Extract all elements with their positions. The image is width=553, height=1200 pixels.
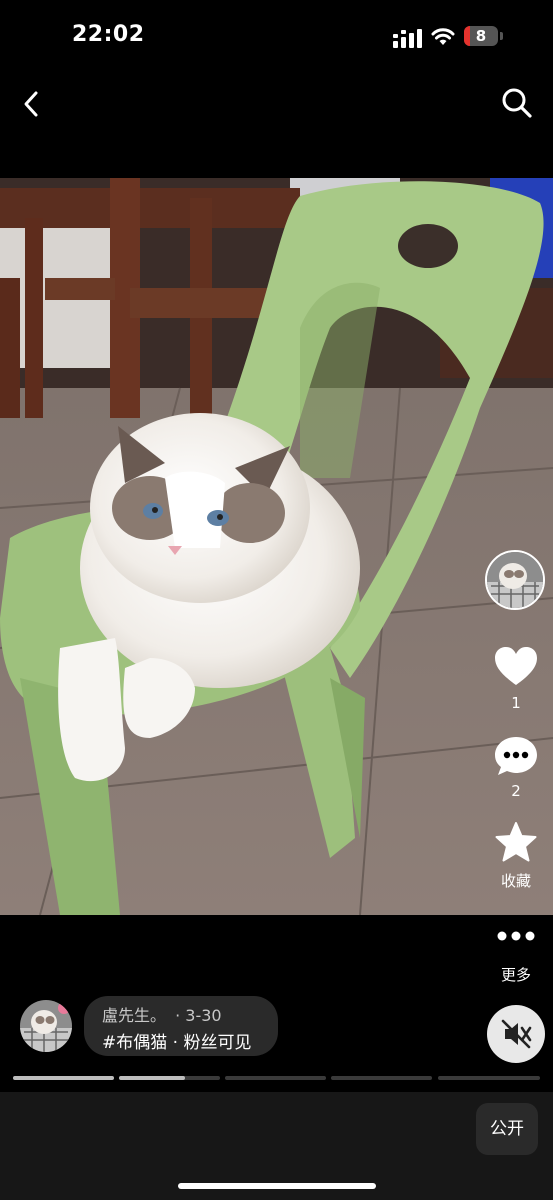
progress-segment (438, 1076, 540, 1080)
post-photo[interactable] (0, 178, 553, 915)
comment-bubble-icon (495, 737, 537, 775)
favorite-button[interactable] (486, 822, 546, 868)
favorite-label: 收藏 (500, 872, 531, 890)
home-indicator (178, 1183, 376, 1189)
author-name: 盧先生。 (102, 1006, 167, 1025)
status-time: 22:02 (72, 22, 145, 47)
chevron-left-icon[interactable] (18, 88, 46, 120)
avatar-image (487, 552, 543, 608)
progress-segment (331, 1076, 432, 1080)
speaker-muted-icon (501, 1019, 532, 1049)
like-count: 1 (511, 694, 521, 712)
author-avatar-rail[interactable] (485, 550, 545, 610)
avatar-image (20, 1000, 72, 1052)
post-tags[interactable]: #布偶猫 · 粉丝可见 (102, 1028, 251, 1053)
visibility-public-button[interactable]: 公开 (476, 1103, 538, 1155)
cellular-signal-icon (393, 29, 422, 48)
more-label[interactable]: 更多 (486, 964, 546, 985)
progress-segment (13, 1076, 114, 1080)
battery-icon: 8 (464, 26, 504, 48)
star-icon (495, 822, 537, 862)
progress-segment (119, 1076, 220, 1080)
progress-segment-fill (119, 1076, 185, 1080)
search-icon[interactable] (500, 86, 534, 120)
post-info-pill[interactable]: 盧先生。 · 3-30 #布偶猫 · 粉丝可见 (84, 996, 278, 1056)
progress-segment (225, 1076, 326, 1080)
heart-icon (495, 647, 537, 685)
battery-level: 8 (475, 27, 487, 45)
comment-button[interactable] (486, 735, 546, 781)
like-button[interactable] (486, 645, 546, 691)
mute-button[interactable] (487, 1005, 545, 1063)
wifi-icon (431, 28, 455, 45)
comment-count: 2 (511, 782, 521, 800)
author-line: 盧先生。 · 3-30 (102, 1002, 222, 1026)
cat-on-chair-image (0, 178, 553, 915)
story-progress (13, 1076, 540, 1080)
author-avatar[interactable] (20, 1000, 72, 1052)
post-date: · 3-30 (175, 1006, 222, 1025)
more-dots-icon[interactable] (496, 930, 536, 942)
